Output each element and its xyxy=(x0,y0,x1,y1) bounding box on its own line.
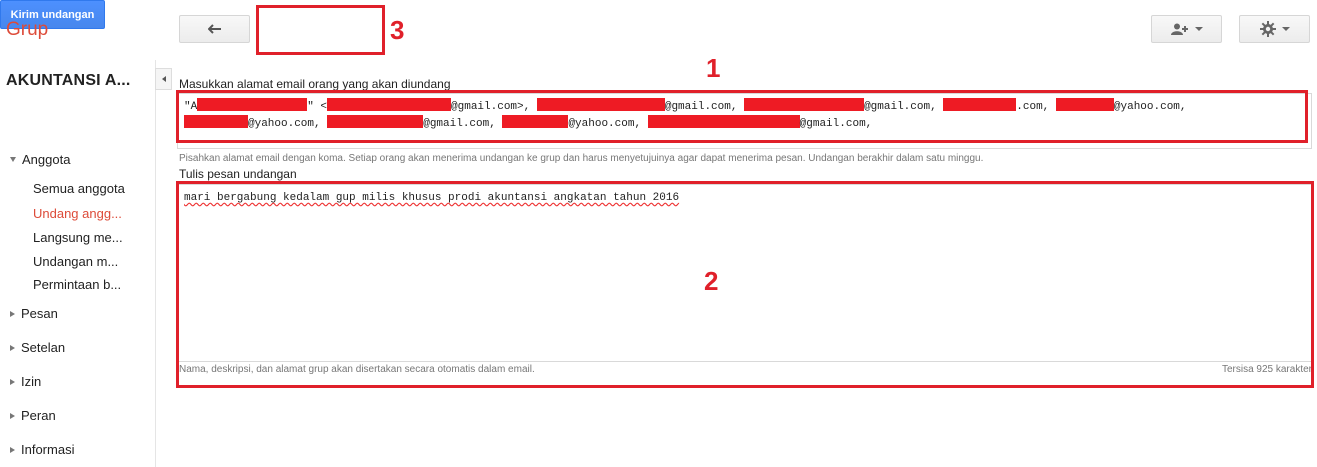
annotation-box-1 xyxy=(176,90,1308,143)
email-field-label: Masukkan alamat email orang yang akan di… xyxy=(179,77,451,91)
annotation-label-1: 1 xyxy=(706,53,721,83)
collapsed-triangle-icon xyxy=(10,446,15,453)
settings-button[interactable] xyxy=(1239,15,1310,43)
collapsed-triangle-icon xyxy=(10,412,15,419)
sidebar-section-label: Peran xyxy=(21,408,56,423)
sidebar-section-label: Informasi xyxy=(21,442,75,457)
sidebar-item-all-members[interactable]: Semua anggota xyxy=(33,181,125,196)
collapsed-triangle-icon xyxy=(10,378,15,385)
app-logo[interactable]: Grup xyxy=(6,19,48,41)
annotation-box-2 xyxy=(176,181,1314,388)
email-field-hint: Pisahkan alamat email dengan koma. Setia… xyxy=(179,153,984,164)
back-button[interactable] xyxy=(179,15,250,43)
sidebar-item-direct-add[interactable]: Langsung me... xyxy=(33,230,123,245)
sidebar-item-invite-members[interactable]: Undang angg... xyxy=(33,206,122,221)
sidebar-section-label: Izin xyxy=(21,374,42,389)
sidebar-section-label: Anggota xyxy=(22,152,71,167)
sidebar-section-peran[interactable]: Peran xyxy=(10,408,56,423)
collapsed-triangle-icon xyxy=(10,344,15,351)
collapse-sidebar-button[interactable] xyxy=(155,68,172,90)
sidebar-section-informasi[interactable]: Informasi xyxy=(10,442,74,457)
message-field-label: Tulis pesan undangan xyxy=(179,167,297,181)
annotation-label-3: 3 xyxy=(390,15,405,45)
sidebar-section-pesan[interactable]: Pesan xyxy=(10,306,58,321)
back-arrow-icon xyxy=(207,24,221,34)
add-people-icon xyxy=(1170,23,1188,35)
sidebar-section-label: Pesan xyxy=(21,306,58,321)
sidebar-item-join-requests[interactable]: Permintaan b... xyxy=(33,277,121,292)
collapsed-triangle-icon xyxy=(10,310,15,317)
chevron-down-icon xyxy=(1281,27,1290,31)
chevron-down-icon xyxy=(1194,27,1203,31)
expanded-triangle-icon xyxy=(10,157,16,162)
group-name[interactable]: AKUNTANSI A... xyxy=(6,72,154,90)
annotation-box-3 xyxy=(256,5,385,55)
chevron-left-icon xyxy=(161,76,166,82)
sidebar: AKUNTANSI A... Anggota Semua anggota Und… xyxy=(0,60,156,467)
sidebar-section-anggota[interactable]: Anggota xyxy=(10,152,70,167)
sidebar-section-izin[interactable]: Izin xyxy=(10,374,41,389)
gear-icon xyxy=(1259,21,1276,37)
sidebar-section-label: Setelan xyxy=(21,340,66,355)
sidebar-item-outstanding-invites[interactable]: Undangan m... xyxy=(33,254,118,269)
sidebar-section-setelan[interactable]: Setelan xyxy=(10,340,65,355)
people-menu-button[interactable] xyxy=(1151,15,1222,43)
